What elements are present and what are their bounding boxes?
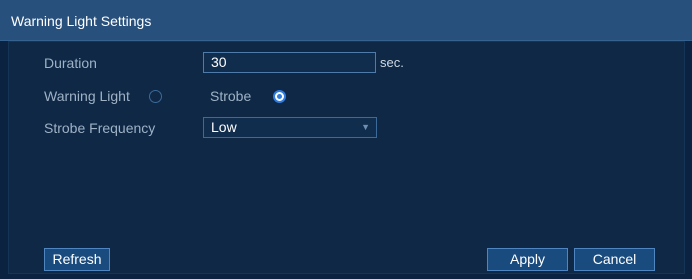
strobe-frequency-label: Strobe Frequency — [44, 120, 156, 136]
title-bar: Warning Light Settings — [0, 0, 692, 41]
strobe-frequency-select[interactable]: Low ▼ — [203, 117, 377, 138]
cancel-button[interactable]: Cancel — [574, 248, 655, 271]
warning-light-label: Warning Light — [44, 88, 130, 104]
apply-button[interactable]: Apply — [487, 248, 568, 271]
warning-light-radio[interactable] — [149, 90, 162, 103]
duration-unit: sec. — [380, 55, 404, 70]
chevron-down-icon: ▼ — [361, 122, 370, 132]
strobe-radio[interactable] — [273, 90, 286, 103]
refresh-button[interactable]: Refresh — [44, 248, 110, 271]
strobe-frequency-value: Low — [211, 119, 237, 135]
duration-label: Duration — [44, 55, 97, 71]
strobe-label: Strobe — [210, 88, 252, 104]
settings-panel — [8, 41, 685, 274]
dialog-title: Warning Light Settings — [11, 13, 152, 29]
duration-input[interactable]: 30 — [203, 52, 376, 73]
warning-light-settings-dialog: Warning Light Settings Duration 30 sec. … — [0, 0, 692, 279]
